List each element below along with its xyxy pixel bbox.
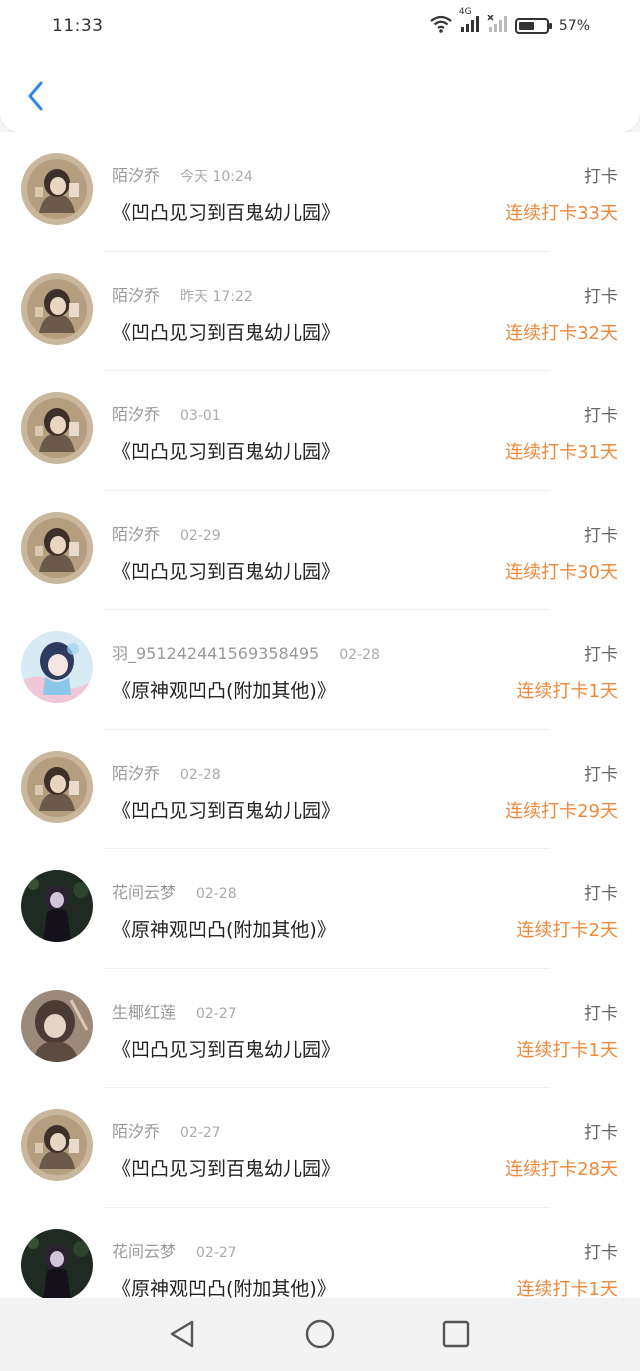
checkin-action-label: 打卡 bbox=[584, 525, 618, 546]
checkin-action-label: 打卡 bbox=[584, 884, 618, 904]
checkin-row[interactable]: 陌汐乔 02-27 《凹凸见习到百鬼幼儿园》 打卡 连续打卡28天 bbox=[0, 1088, 640, 1208]
streak-label: 连续打卡31天 bbox=[505, 442, 618, 463]
user-name[interactable]: 花间云梦 bbox=[112, 883, 176, 902]
checkin-action-label: 打卡 bbox=[584, 1123, 618, 1143]
circle-home-icon bbox=[305, 1319, 335, 1349]
checkin-list: 陌汐乔 今天 10:24 《凹凸见习到百鬼幼儿园》 打卡 连续打卡33天 陌汐乔昨… bbox=[0, 132, 640, 1298]
square-recents-icon bbox=[442, 1320, 470, 1348]
checkin-row[interactable]: 陌汐乔 02-28 《凹凸见习到百鬼幼儿园》 打卡 连续打卡29天 bbox=[0, 730, 640, 849]
system-nav-bar bbox=[0, 1298, 640, 1371]
avatar-girl-brown[interactable] bbox=[21, 511, 93, 584]
streak-label: 连续打卡32天 bbox=[505, 322, 618, 344]
book-title[interactable]: 《原神观凹凸(附加其他)》 bbox=[112, 1274, 336, 1299]
avatar-girl-brown[interactable] bbox=[21, 750, 93, 823]
avatar-girl-brown[interactable] bbox=[21, 153, 93, 225]
streak-label: 连续打卡1天 bbox=[516, 681, 618, 702]
user-name[interactable]: 陌汐乔 bbox=[112, 525, 160, 544]
user-name[interactable]: 生椰红莲 bbox=[112, 1003, 176, 1022]
name-line: 陌汐乔 02-29 bbox=[112, 521, 221, 545]
book-title[interactable]: 《凹凸见习到百鬼幼儿园》 bbox=[112, 1154, 340, 1181]
name-line: 陌汐乔 02-28 bbox=[112, 760, 221, 784]
streak-label: 连续打卡30天 bbox=[505, 561, 618, 583]
name-line: 花间云梦 02-28 bbox=[112, 879, 237, 903]
name-line: 陌汐乔 02-27 bbox=[112, 1118, 221, 1142]
top-bar: 11:33 4G 57% bbox=[0, 0, 640, 132]
checkin-time: 02-27 bbox=[196, 1244, 237, 1261]
checkin-time: 02-27 bbox=[196, 1005, 237, 1022]
name-line: 羽_9512424415693584​95 02-28 bbox=[112, 640, 380, 664]
checkin-action-label: 打卡 bbox=[584, 1003, 618, 1024]
checkin-row[interactable]: 陌汐乔 02-29 《凹凸见习到百鬼幼儿园》 打卡 连续打卡30天 bbox=[0, 491, 640, 610]
book-title[interactable]: 《凹凸见习到百鬼幼儿园》 bbox=[112, 557, 340, 584]
user-name[interactable]: 陌汐乔 bbox=[112, 1122, 160, 1141]
user-name[interactable]: 陌汐乔 bbox=[112, 166, 160, 185]
book-title[interactable]: 《凹凸见习到百鬼幼儿园》 bbox=[112, 198, 340, 225]
chevron-left-icon bbox=[28, 81, 43, 111]
user-name[interactable]: 花间云梦 bbox=[112, 1242, 176, 1261]
checkin-action-label: 打卡 bbox=[584, 1242, 618, 1263]
book-title[interactable]: 《凹凸见习到百鬼幼儿园》 bbox=[112, 437, 340, 464]
nav-back-button[interactable] bbox=[162, 1316, 202, 1352]
checkin-action-label: 打卡 bbox=[584, 167, 618, 187]
user-name[interactable]: 陌汐乔 bbox=[112, 286, 160, 305]
signal-no-service-icon bbox=[487, 14, 509, 37]
user-name[interactable]: 陌汐乔 bbox=[112, 764, 160, 783]
user-name[interactable]: 羽_9512424415693584​95 bbox=[112, 644, 319, 663]
checkin-row[interactable]: 陌汐乔 今天 10:24 《凹凸见习到百鬼幼儿园》 打卡 连续打卡33天 bbox=[0, 132, 640, 252]
book-title[interactable]: 《凹凸见习到百鬼幼儿园》 bbox=[112, 1035, 340, 1062]
streak-label: 连续打卡2天 bbox=[516, 920, 618, 941]
book-title[interactable]: 《凹凸见习到百鬼幼儿园》 bbox=[112, 318, 340, 345]
checkin-row[interactable]: 生椰红莲 02-27 《凹凸见习到百鬼幼儿园》 打卡 连续打卡1天 bbox=[0, 969, 640, 1088]
checkin-time: 02-28 bbox=[180, 766, 221, 783]
name-line: 陌汐乔 今天 10:24 bbox=[112, 162, 253, 186]
signal-icon: 4G bbox=[459, 7, 481, 37]
checkin-action-label: 打卡 bbox=[584, 286, 618, 307]
nav-home-button[interactable] bbox=[300, 1316, 340, 1352]
book-title[interactable]: 《原神观凹凸(附加其他)》 bbox=[112, 915, 336, 942]
avatar-girl-sepia[interactable] bbox=[21, 989, 93, 1062]
checkin-time: 03-01 bbox=[180, 408, 221, 424]
avatar-girl-brown[interactable] bbox=[21, 272, 93, 345]
avatar-girl-dark[interactable] bbox=[21, 1228, 93, 1298]
wifi-icon bbox=[429, 15, 453, 37]
avatar-girl-blue[interactable] bbox=[21, 631, 93, 703]
checkin-row[interactable]: 陌汐乔 03-01 《凹凸见习到百鬼幼儿园》 打卡 连续打卡31天 bbox=[0, 371, 640, 491]
streak-label: 连续打卡29天 bbox=[505, 800, 618, 822]
status-icons: 4G 57% bbox=[429, 7, 590, 38]
user-name[interactable]: 陌汐乔 bbox=[112, 405, 160, 424]
checkin-time: 昨天 17:22 bbox=[180, 288, 253, 305]
checkin-action-label: 打卡 bbox=[584, 406, 618, 426]
nav-recents-button[interactable] bbox=[436, 1316, 476, 1352]
checkin-action-label: 打卡 bbox=[584, 645, 618, 665]
checkin-time: 02-27 bbox=[180, 1125, 221, 1141]
name-line: 花间云梦 02-27 bbox=[112, 1238, 237, 1262]
checkin-action-label: 打卡 bbox=[584, 764, 618, 785]
name-line: 陌汐乔 昨天 17:22 bbox=[112, 282, 253, 306]
avatar-girl-dark[interactable] bbox=[21, 870, 93, 942]
battery-icon bbox=[514, 18, 552, 34]
checkin-time: 02-28 bbox=[196, 886, 237, 902]
streak-label: 连续打卡1天 bbox=[516, 1278, 618, 1299]
checkin-time: 02-28 bbox=[339, 647, 380, 663]
checkin-row[interactable]: 羽_9512424415693584​95 02-28 《原神观凹凸(附加其他)》… bbox=[0, 610, 640, 730]
checkin-time: 今天 10:24 bbox=[180, 169, 253, 185]
book-title[interactable]: 《原神观凹凸(附加其他)》 bbox=[112, 676, 336, 703]
checkin-time: 02-29 bbox=[180, 527, 221, 544]
battery-percent: 57% bbox=[558, 18, 590, 34]
name-line: 生椰红莲 02-27 bbox=[112, 999, 237, 1023]
checkin-row[interactable]: 陌汐乔 昨天 17:22 《凹凸见习到百鬼幼儿园》 打卡 连续打卡32天 bbox=[0, 252, 640, 371]
checkin-row[interactable]: 花间云梦 02-27 《原神观凹凸(附加其他)》 打卡 连续打卡1天 bbox=[0, 1208, 640, 1299]
book-title[interactable]: 《凹凸见习到百鬼幼儿园》 bbox=[112, 796, 340, 823]
checkin-row[interactable]: 花间云梦 02-28 《原神观凹凸(附加其他)》 打卡 连续打卡2天 bbox=[0, 849, 640, 969]
name-line: 陌汐乔 03-01 bbox=[112, 401, 221, 425]
avatar-girl-brown[interactable] bbox=[21, 1109, 93, 1181]
triangle-back-icon bbox=[170, 1320, 194, 1348]
streak-label: 连续打卡33天 bbox=[505, 203, 618, 224]
streak-label: 连续打卡1天 bbox=[516, 1039, 618, 1061]
streak-label: 连续打卡28天 bbox=[505, 1159, 618, 1180]
back-button[interactable] bbox=[16, 74, 56, 118]
status-time: 11:33 bbox=[52, 16, 104, 36]
avatar-girl-brown[interactable] bbox=[21, 392, 93, 464]
